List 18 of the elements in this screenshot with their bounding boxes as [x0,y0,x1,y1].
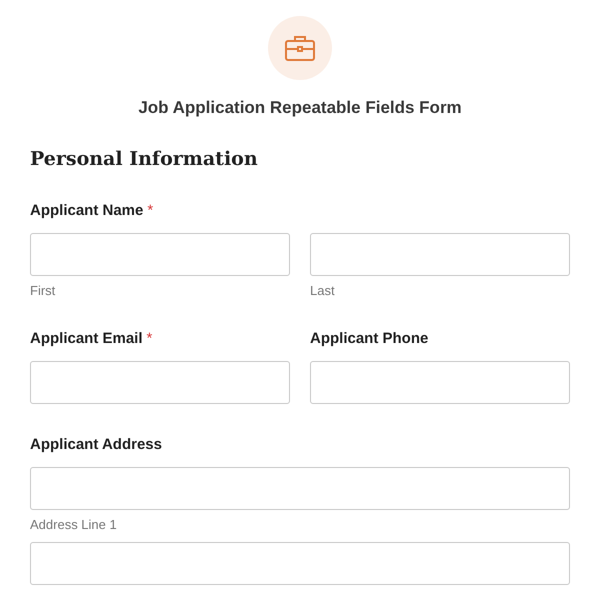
input-field[interactable] [310,361,570,404]
section-heading: Personal Information [30,148,259,170]
input-field[interactable] [310,233,570,276]
sublabel: Last [310,283,336,298]
sublabel: First [30,283,56,298]
field-label: Applicant Address [30,436,163,453]
field-label: Applicant Name * [30,202,154,219]
input-field[interactable] [30,542,570,585]
briefcase-icon [284,34,316,62]
field-label: Applicant Phone [310,330,430,347]
input-field[interactable] [30,361,290,404]
field-label: Applicant Email * [30,330,154,347]
required-mark: * [146,330,152,347]
form-title: Job Application Repeatable Fields Form [138,98,462,118]
required-mark: * [147,202,154,219]
input-field[interactable] [30,467,570,510]
input-field[interactable] [30,233,290,276]
sublabel: Address Line 1 [30,517,118,532]
